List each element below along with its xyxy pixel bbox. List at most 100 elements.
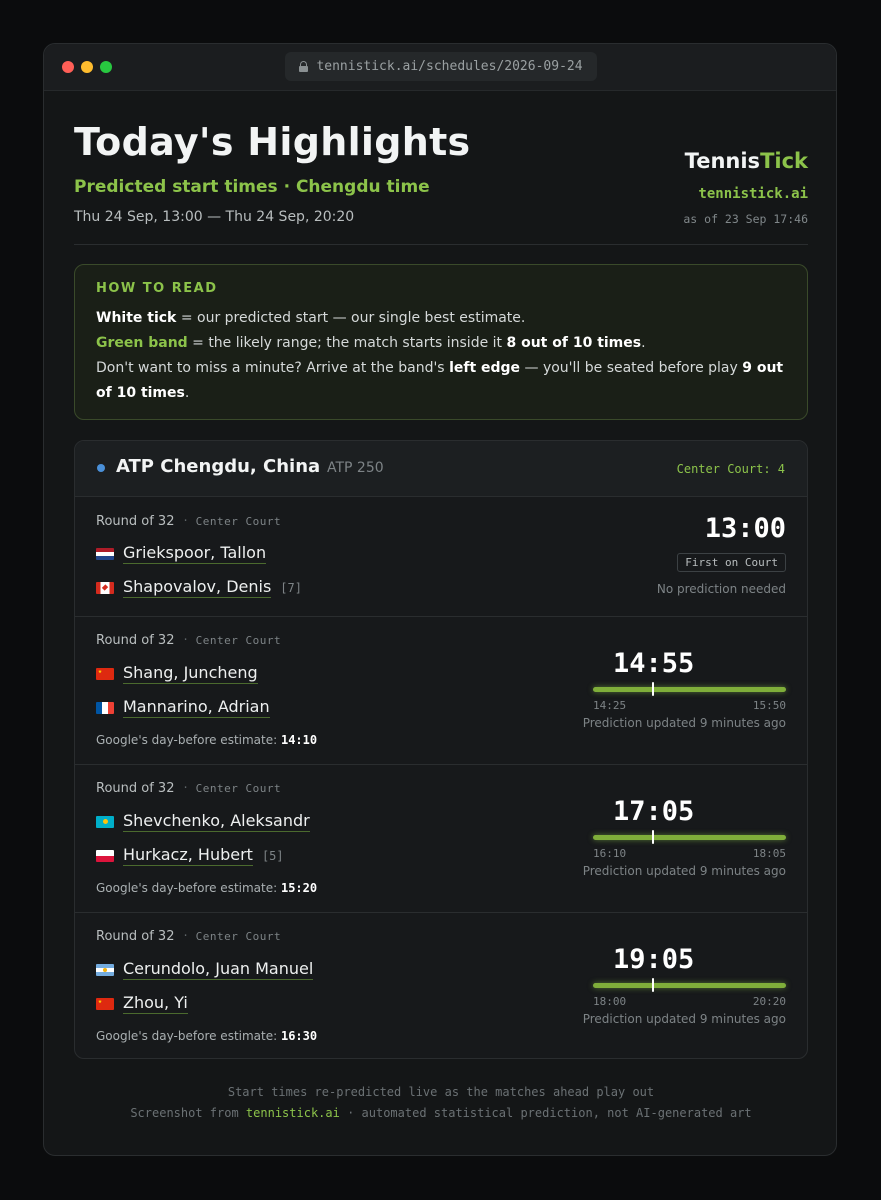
match-row: Round of 32 · Center Court Cerundolo, Juan… bbox=[75, 913, 807, 1058]
title-bar: tennistick.ai/schedules/2026-09-24 bbox=[44, 44, 836, 91]
line-3-end: . bbox=[184, 385, 190, 401]
player-name-link[interactable]: Shevchenko, Aleksandr bbox=[123, 811, 310, 832]
round-label: Round of 32 bbox=[96, 781, 175, 796]
player-name-link[interactable]: Shapovalov, Denis bbox=[123, 577, 272, 598]
likely-range-band bbox=[593, 687, 786, 692]
page-header: Today's Highlights Predicted start times… bbox=[74, 90, 808, 245]
minimize-window-button[interactable] bbox=[81, 61, 93, 73]
match-round: Round of 32 · Center Court bbox=[96, 929, 281, 944]
how-to-read-line-2: Green band = the likely range; the match… bbox=[96, 331, 786, 356]
kazakhstan-flag-icon bbox=[96, 815, 114, 828]
footer-credit-prefix: Screenshot from bbox=[130, 1106, 246, 1120]
player-2: Zhou, Yi bbox=[96, 993, 188, 1014]
white-tick-term: White tick bbox=[96, 310, 177, 326]
line-2-end: . bbox=[641, 335, 646, 351]
line-1-text: = our predicted start — our single best … bbox=[176, 310, 526, 326]
line-3-bold-1: left edge bbox=[449, 360, 521, 376]
brand-url-link[interactable]: tennistick.ai bbox=[698, 186, 808, 202]
player-name-link[interactable]: Griekspoor, Tallon bbox=[123, 543, 267, 564]
player-2: Hurkacz, Hubert [5] bbox=[96, 845, 284, 866]
match-round: Round of 32 · Center Court bbox=[96, 633, 281, 648]
tournament-header: ATP Chengdu, China ATP 250 Center Court:… bbox=[75, 441, 807, 497]
prediction-updated: Prediction updated 9 minutes ago bbox=[582, 1012, 786, 1026]
court-name: Center Court bbox=[195, 515, 282, 528]
line-2-text: = the likely range; the match starts ins… bbox=[187, 335, 507, 351]
player-1: Shang, Juncheng bbox=[96, 663, 258, 684]
as-of-timestamp: as of 23 Sep 17:46 bbox=[683, 212, 808, 226]
argentina-flag-icon bbox=[96, 963, 114, 976]
canada-flag-icon bbox=[96, 581, 114, 594]
predicted-start-tick bbox=[652, 978, 654, 992]
footer-note: Start times re-predicted live as the mat… bbox=[227, 1085, 655, 1099]
address-text: tennistick.ai/schedules/2026-09-24 bbox=[316, 59, 583, 74]
lock-icon bbox=[299, 61, 309, 72]
band-upper-bound: 18:05 bbox=[752, 847, 786, 860]
netherlands-flag-icon bbox=[96, 547, 114, 560]
brand-logo[interactable]: TennisTick bbox=[685, 149, 808, 173]
likely-range-band bbox=[593, 983, 786, 988]
prediction-band bbox=[593, 830, 786, 844]
address-bar[interactable]: tennistick.ai/schedules/2026-09-24 bbox=[285, 52, 597, 81]
separator-dot: · bbox=[183, 781, 188, 796]
band-upper-bound: 20:20 bbox=[752, 995, 786, 1008]
prediction-updated: Prediction updated 9 minutes ago bbox=[582, 716, 786, 730]
match-round: Round of 32 · Center Court bbox=[96, 514, 281, 529]
match-row: Round of 32 · Center Court Griekspoor, Tal… bbox=[75, 497, 807, 617]
no-prediction-note: No prediction needed bbox=[656, 582, 786, 596]
how-to-read-line-1: White tick = our predicted start — our s… bbox=[96, 306, 786, 331]
page-subtitle: Predicted start times · Chengdu time bbox=[74, 177, 430, 197]
player-name-link[interactable]: Shang, Juncheng bbox=[123, 663, 258, 684]
player-name-link[interactable]: Mannarino, Adrian bbox=[123, 697, 270, 718]
first-on-court-badge: First on Court bbox=[677, 553, 786, 572]
band-lower-bound: 16:10 bbox=[593, 847, 627, 860]
footer-credit-suffix: · automated statistical prediction, not … bbox=[339, 1106, 752, 1120]
predicted-start-time: 14:55 bbox=[613, 648, 695, 679]
google-estimate-value: 14:10 bbox=[280, 733, 318, 747]
google-estimate: Google's day-before estimate: 14:10 bbox=[96, 733, 317, 747]
browser-window: tennistick.ai/schedules/2026-09-24 Today… bbox=[43, 43, 837, 1156]
player-name-link[interactable]: Zhou, Yi bbox=[123, 993, 188, 1014]
round-label: Round of 32 bbox=[96, 929, 175, 944]
band-lower-bound: 18:00 bbox=[593, 995, 627, 1008]
google-estimate-value: 16:30 bbox=[280, 1029, 318, 1043]
match-row: Round of 32 · Center Court Shevchenko, Ale… bbox=[75, 765, 807, 913]
predicted-start-tick bbox=[652, 682, 654, 696]
how-to-read-title: HOW TO READ bbox=[96, 281, 218, 296]
start-time: 13:00 bbox=[704, 513, 786, 544]
predicted-start-time: 19:05 bbox=[613, 944, 695, 975]
brand-name-part2: Tick bbox=[760, 149, 808, 173]
player-1: Shevchenko, Aleksandr bbox=[96, 811, 310, 832]
tournament-dot-icon bbox=[97, 464, 105, 472]
line-3-text-1: Don't want to miss a minute? Arrive at t… bbox=[96, 360, 450, 376]
round-label: Round of 32 bbox=[96, 514, 175, 529]
google-estimate-label: Google's day-before estimate: bbox=[96, 881, 278, 895]
court-name: Center Court bbox=[195, 930, 282, 943]
google-estimate-label: Google's day-before estimate: bbox=[96, 1029, 278, 1043]
how-to-read-panel: HOW TO READ White tick = our predicted s… bbox=[74, 264, 808, 420]
footer-site-link[interactable]: tennistick.ai bbox=[246, 1106, 340, 1120]
player-1: Griekspoor, Tallon bbox=[96, 543, 267, 564]
player-seed: [7] bbox=[280, 580, 302, 595]
player-name-link[interactable]: Hurkacz, Hubert bbox=[123, 845, 253, 866]
band-upper-bound: 15:50 bbox=[752, 699, 786, 712]
likely-range-band bbox=[593, 835, 786, 840]
france-flag-icon bbox=[96, 701, 114, 714]
separator-dot: · bbox=[183, 633, 188, 648]
time-range: Thu 24 Sep, 13:00 — Thu 24 Sep, 20:20 bbox=[74, 209, 355, 225]
predicted-start-tick bbox=[652, 830, 654, 844]
court-match-count: Center Court: 4 bbox=[676, 462, 785, 476]
prediction-band bbox=[593, 682, 786, 696]
tournament-category: ATP 250 bbox=[327, 460, 384, 476]
player-seed: [5] bbox=[261, 848, 284, 863]
prediction-updated: Prediction updated 9 minutes ago bbox=[582, 864, 786, 878]
close-window-button[interactable] bbox=[62, 61, 74, 73]
google-estimate-value: 15:20 bbox=[280, 881, 318, 895]
player-name-link[interactable]: Cerundolo, Juan Manuel bbox=[123, 959, 314, 980]
line-2-bold: 8 out of 10 times bbox=[506, 335, 642, 351]
china-flag-icon bbox=[96, 667, 114, 680]
player-2: Mannarino, Adrian bbox=[96, 697, 270, 718]
maximize-window-button[interactable] bbox=[100, 61, 112, 73]
line-3-text-2: — you'll be seated before play bbox=[520, 360, 743, 376]
separator-dot: · bbox=[183, 929, 188, 944]
match-round: Round of 32 · Center Court bbox=[96, 781, 281, 796]
